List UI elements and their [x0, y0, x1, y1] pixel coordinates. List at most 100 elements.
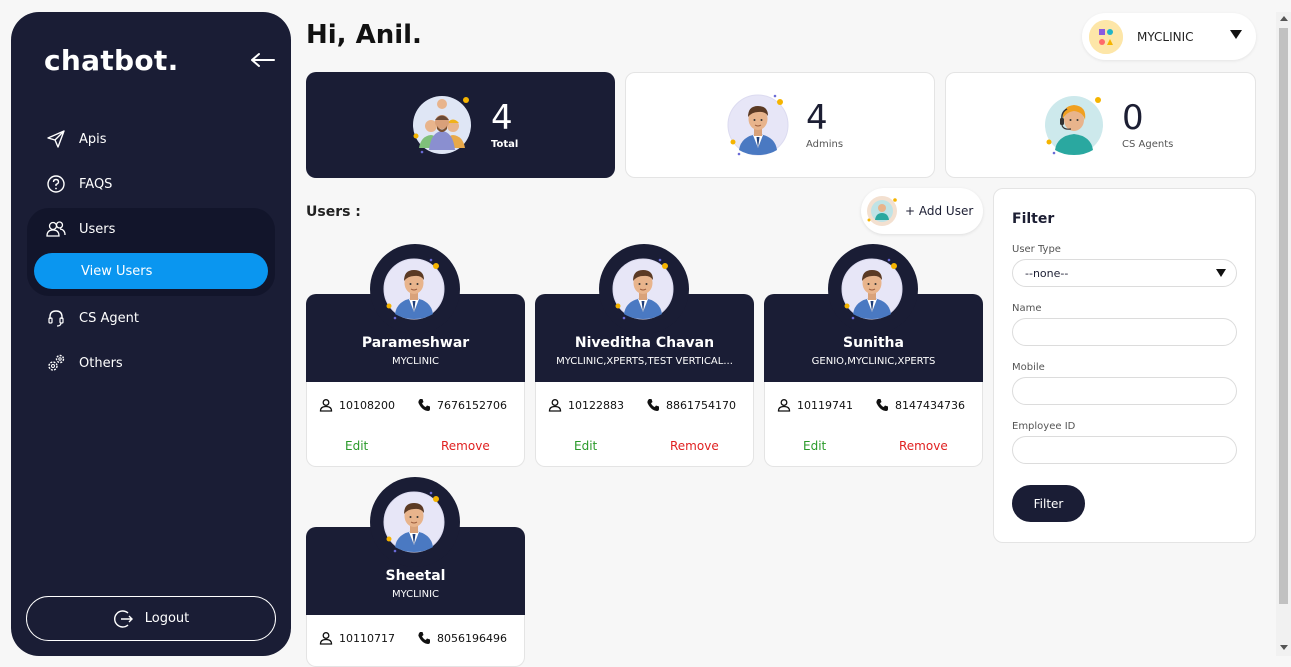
- clinic-logo-icon: [1089, 19, 1123, 54]
- person-icon: [777, 398, 791, 412]
- user-orgs: GENIO,MYCLINIC,XPERTS: [811, 356, 936, 367]
- scroll-down-icon[interactable]: [1280, 645, 1288, 650]
- question-icon: [45, 173, 67, 195]
- employee-id: 10108200: [339, 398, 395, 412]
- stat-cs-agents-value: 0: [1122, 97, 1144, 138]
- sidebar-item-users[interactable]: Users: [45, 215, 115, 243]
- brand-logo: chatbot.: [44, 44, 179, 77]
- sidebar-item-label: CS Agent: [79, 310, 139, 326]
- logout-icon: [113, 608, 135, 630]
- scroll-up-icon[interactable]: [1280, 16, 1288, 21]
- phone-field: 8147434736: [875, 398, 965, 412]
- add-user-avatar-icon: [865, 194, 899, 228]
- filter-button[interactable]: Filter: [1012, 485, 1085, 522]
- send-icon: [45, 128, 67, 150]
- stat-total-value: 4: [491, 97, 513, 138]
- user-avatar-icon: [381, 256, 447, 322]
- sidebar-item-cs-agent[interactable]: CS Agent: [45, 304, 139, 332]
- phone-number: 8147434736: [895, 398, 965, 412]
- user-card-body: 10108200 7676152706 Edit Remove: [306, 382, 525, 467]
- remove-user-button[interactable]: Remove: [899, 439, 948, 453]
- user-type-select[interactable]: --none--: [1012, 259, 1237, 287]
- person-icon: [548, 398, 562, 412]
- person-icon: [319, 398, 333, 412]
- edit-user-button[interactable]: Edit: [574, 439, 597, 453]
- admin-avatar-icon: [725, 92, 791, 158]
- gears-icon: [45, 352, 67, 374]
- stat-cs-agents-card: 0 CS Agents: [945, 72, 1256, 178]
- collapse-sidebar-icon[interactable]: [249, 46, 277, 74]
- agent-avatar-icon: [1041, 92, 1107, 158]
- phone-icon: [417, 631, 431, 645]
- clinic-name: MYCLINIC: [1137, 29, 1194, 44]
- mobile-label: Mobile: [1012, 362, 1045, 373]
- users-section-title: Users :: [306, 204, 361, 220]
- employee-id-field: 10122883: [548, 398, 624, 412]
- user-type-value: --none--: [1025, 266, 1069, 280]
- user-avatar-icon: [610, 256, 676, 322]
- stat-admins-value: 4: [806, 97, 828, 138]
- phone-icon: [646, 398, 660, 412]
- stat-total-label: Total: [491, 138, 519, 150]
- sidebar-item-others[interactable]: Others: [45, 349, 123, 377]
- phone-number: 8056196496: [437, 631, 507, 645]
- user-card-body: 10122883 8861754170 Edit Remove: [535, 382, 754, 467]
- stat-admins-card: 4 Admins: [625, 72, 935, 178]
- headset-icon: [45, 307, 67, 329]
- employee-id: 10122883: [568, 398, 624, 412]
- clinic-selector[interactable]: MYCLINIC: [1082, 13, 1256, 60]
- add-user-label: + Add User: [905, 204, 974, 218]
- logout-button[interactable]: Logout: [26, 596, 276, 641]
- phone-icon: [875, 398, 889, 412]
- add-user-button[interactable]: + Add User: [861, 188, 983, 234]
- logout-label: Logout: [144, 611, 190, 626]
- users-icon: [45, 218, 67, 240]
- user-avatar-icon: [381, 489, 447, 555]
- stat-cs-agents-label: CS Agents: [1122, 138, 1174, 150]
- remove-user-button[interactable]: Remove: [441, 439, 490, 453]
- edit-user-button[interactable]: Edit: [345, 439, 368, 453]
- employee-id: 10110717: [339, 631, 395, 645]
- edit-user-button[interactable]: Edit: [803, 439, 826, 453]
- user-name: Sheetal: [385, 568, 446, 584]
- sidebar-item-view-users[interactable]: View Users: [34, 253, 268, 289]
- user-card-body: 10110717 8056196496: [306, 615, 525, 667]
- chevron-down-icon: [1230, 30, 1242, 39]
- employee-id-field: 10119741: [777, 398, 853, 412]
- filter-title: Filter: [1012, 211, 1055, 227]
- mobile-input[interactable]: [1012, 377, 1237, 405]
- sidebar-item-label: Users: [79, 221, 116, 237]
- sidebar-item-label: Apis: [79, 131, 107, 147]
- user-name: Parameshwar: [361, 335, 470, 351]
- phone-field: 8056196496: [417, 631, 507, 645]
- sidebar: chatbot. Apis FAQS Users View Users CS A…: [11, 12, 291, 656]
- page-scrollbar[interactable]: [1276, 12, 1291, 656]
- user-orgs: MYCLINIC: [391, 356, 440, 367]
- phone-number: 7676152706: [437, 398, 507, 412]
- page-greeting: Hi, Anil.: [306, 20, 422, 50]
- name-label: Name: [1012, 303, 1042, 314]
- sidebar-item-apis[interactable]: Apis: [45, 125, 107, 153]
- user-type-label: User Type: [1012, 244, 1061, 255]
- phone-field: 7676152706: [417, 398, 507, 412]
- sidebar-item-faqs[interactable]: FAQS: [45, 170, 112, 198]
- scrollbar-thumb[interactable]: [1279, 28, 1288, 604]
- phone-number: 8861754170: [666, 398, 736, 412]
- person-icon: [319, 631, 333, 645]
- employee-id-field: 10108200: [319, 398, 395, 412]
- group-avatar-icon: [409, 92, 475, 158]
- sidebar-item-label: FAQS: [79, 176, 113, 192]
- sidebar-item-label: Others: [79, 355, 123, 371]
- chevron-down-icon: [1216, 269, 1226, 277]
- user-orgs: MYCLINIC,XPERTS,TEST VERTICAL...: [556, 356, 733, 367]
- stat-admins-label: Admins: [806, 138, 844, 150]
- stat-total-card: 4 Total: [306, 72, 615, 178]
- name-input[interactable]: [1012, 318, 1237, 346]
- user-orgs: MYCLINIC: [391, 589, 440, 600]
- employee-id-label: Employee ID: [1012, 421, 1076, 432]
- phone-icon: [417, 398, 431, 412]
- filter-panel: Filter User Type --none-- Name Mobile Em…: [993, 188, 1256, 543]
- remove-user-button[interactable]: Remove: [670, 439, 719, 453]
- employee-id-input[interactable]: [1012, 436, 1237, 464]
- user-avatar-icon: [839, 256, 905, 322]
